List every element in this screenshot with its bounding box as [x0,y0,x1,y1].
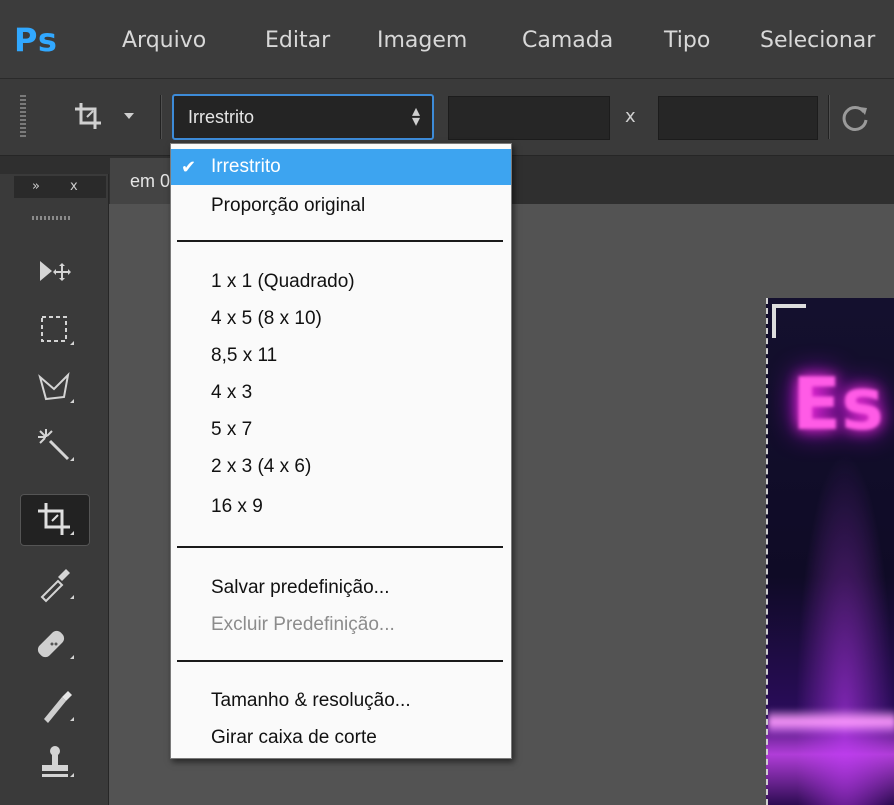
dropdown-item-excluir-predefinicao: Excluir Predefinição... [211,614,395,635]
expand-panel-icon[interactable]: » [32,176,40,198]
dropdown-item-4x5[interactable]: 4 x 5 (8 x 10) [171,301,511,337]
options-divider [160,95,161,139]
move-tool-icon[interactable] [20,246,90,298]
menu-tipo[interactable]: Tipo [664,26,710,56]
menu-imagem[interactable]: Imagem [377,26,467,56]
menu-editar[interactable]: Editar [265,26,330,56]
stamp-tool-icon[interactable] [20,736,90,788]
crop-width-input[interactable] [448,96,610,140]
canvas-neon-text: Es [792,362,885,446]
dropdown-item-tamanho-resolucao[interactable]: Tamanho & resolução... [171,683,511,719]
chevron-down-icon [124,113,134,119]
dropdown-item-label: Irrestrito [211,156,281,177]
ratio-select[interactable]: Irrestrito ▴ ▾ [172,94,434,140]
canvas-neon-glow [768,710,894,734]
dropdown-item-irrestrito[interactable]: ✔ Irrestrito [171,149,511,185]
lasso-tool-icon[interactable] [20,362,90,414]
checkmark-icon: ✔ [181,157,197,177]
dropdown-item-proporcao-original[interactable]: Proporção original [171,188,511,224]
photoshop-logo: Ps [14,21,58,59]
eyedropper-tool-icon[interactable] [20,558,90,610]
close-panel-icon[interactable]: x [70,176,78,198]
dropdown-item-4x3[interactable]: 4 x 3 [171,375,511,411]
dropdown-separator [177,240,503,242]
tool-preset-picker[interactable] [56,93,152,139]
dropdown-separator [177,546,503,548]
dropdown-item-8-5x11[interactable]: 8,5 x 11 [171,338,511,374]
crop-icon [75,103,101,129]
dropdown-item-2x3[interactable]: 2 x 3 (4 x 6) [171,449,511,485]
options-divider [828,95,829,139]
crop-tool-icon[interactable] [20,494,90,546]
menu-selecionar[interactable]: Selecionar [760,26,875,56]
crop-handle-top-left[interactable] [772,304,806,338]
crop-height-input[interactable] [658,96,818,140]
document-canvas[interactable]: Es [766,298,894,805]
tools-panel-header: » x [14,176,106,198]
marquee-tool-icon[interactable] [20,304,90,356]
magic-wand-tool-icon[interactable] [20,420,90,472]
ratio-dropdown-menu: ✔ Irrestrito Proporção original 1 x 1 (Q… [170,143,512,759]
options-bar-grip[interactable] [20,95,26,139]
menu-camada[interactable]: Camada [522,26,613,56]
dropdown-item-salvar-predefinicao[interactable]: Salvar predefinição... [171,570,511,606]
times-label: x [625,106,636,127]
ratio-select-value: Irrestrito [188,106,255,127]
updown-arrows-icon: ▴ ▾ [411,103,420,130]
dropdown-item-5x7[interactable]: 5 x 7 [171,412,511,448]
dropdown-item-16x9[interactable]: 16 x 9 [171,489,511,525]
menu-bar: Ps Arquivo Editar Imagem Camada Tipo Sel… [0,0,894,79]
dropdown-item-1x1[interactable]: 1 x 1 (Quadrado) [171,264,511,300]
healing-brush-tool-icon[interactable] [20,618,90,670]
rotate-icon[interactable] [840,103,870,133]
tools-panel-grip[interactable] [32,216,72,220]
dropdown-separator [177,660,503,662]
menu-arquivo[interactable]: Arquivo [122,26,206,56]
dropdown-item-girar-caixa[interactable]: Girar caixa de corte [171,720,511,756]
brush-tool-icon[interactable] [20,680,90,732]
